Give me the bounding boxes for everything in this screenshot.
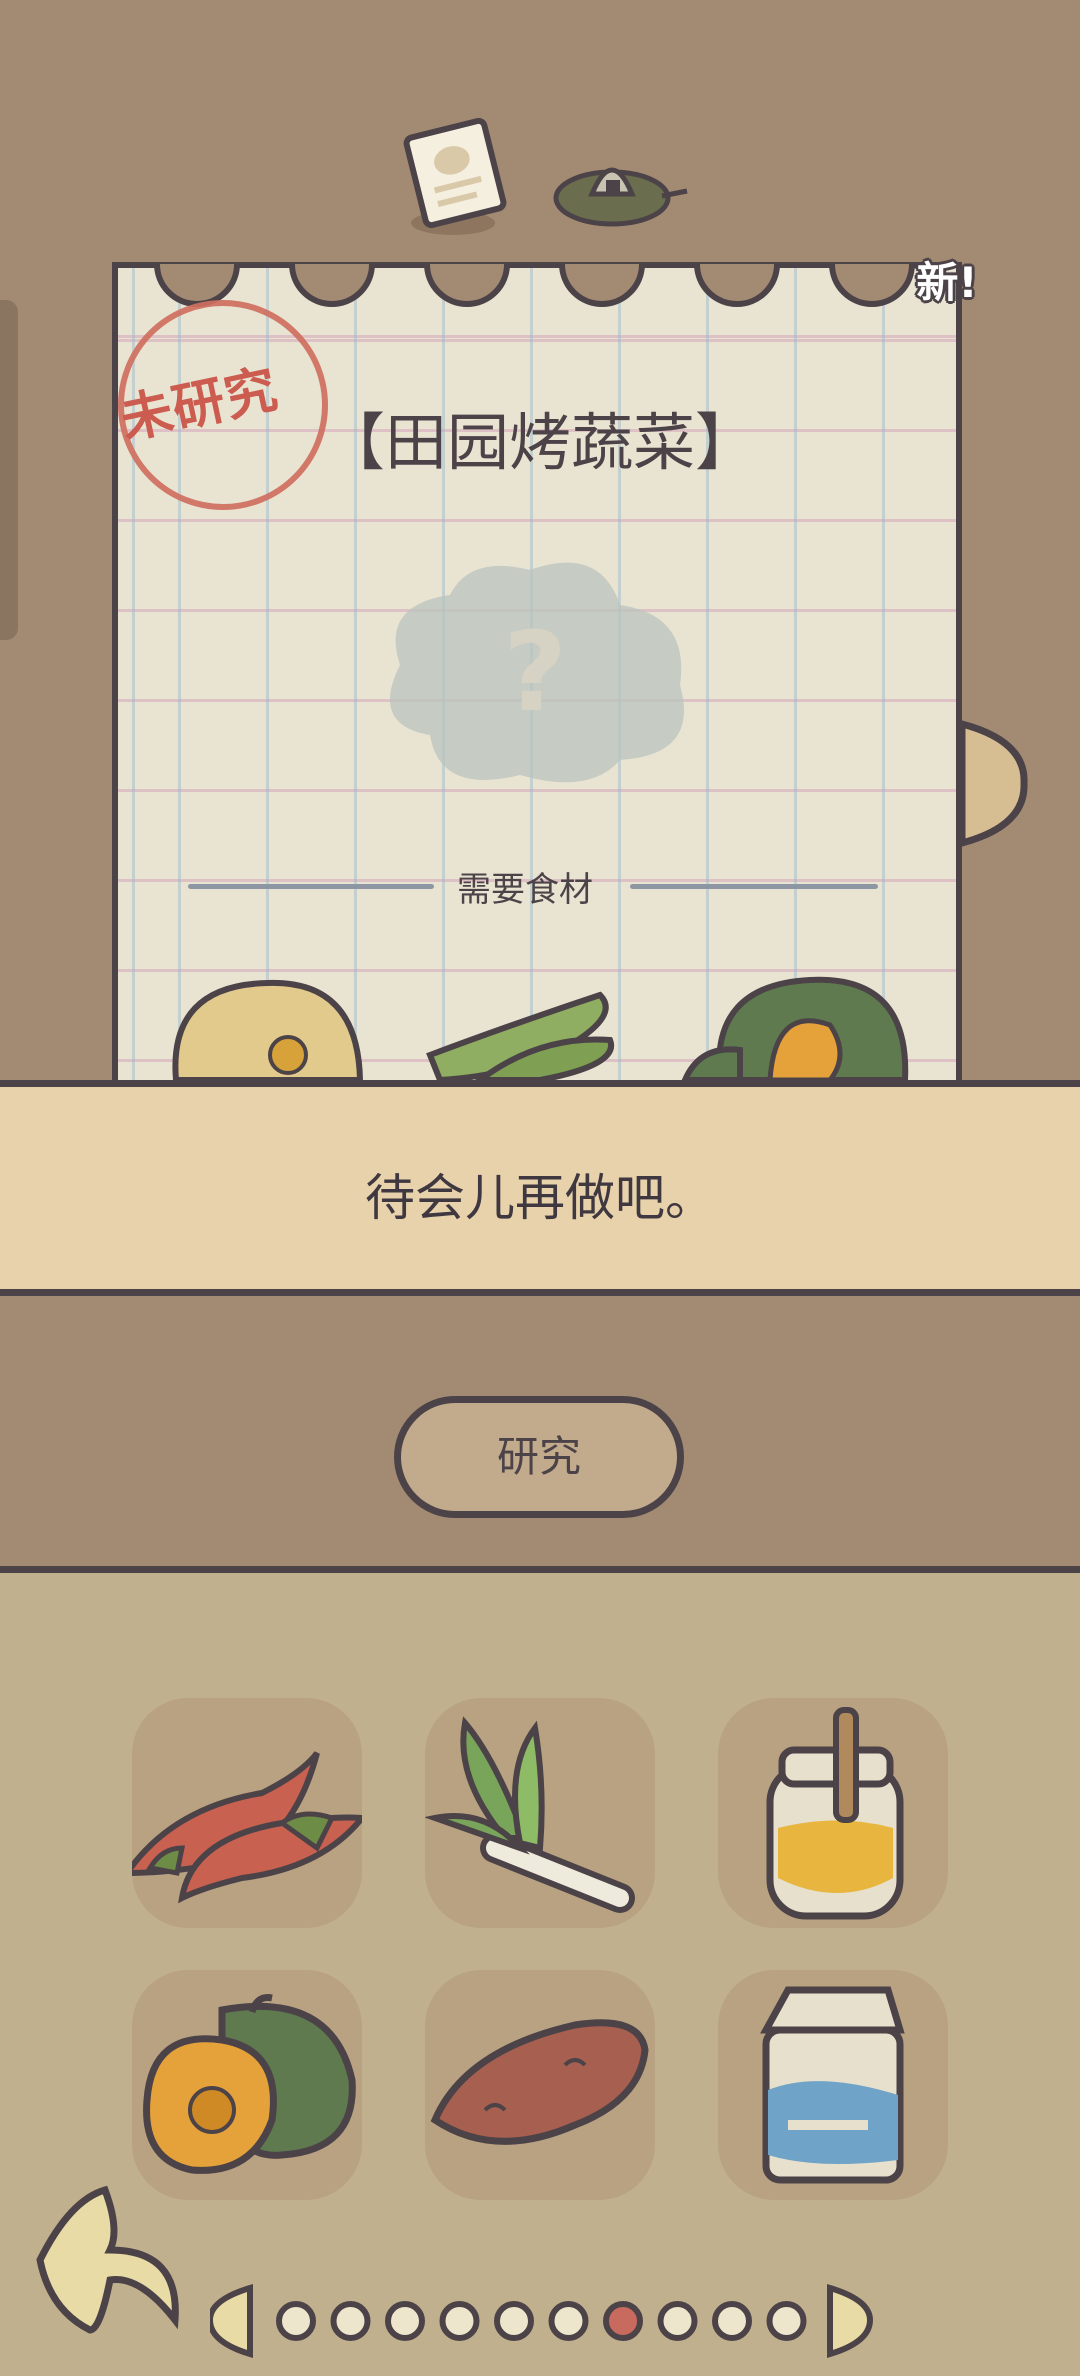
new-badge: 新! [916, 258, 978, 307]
milk-carton-icon [760, 1986, 905, 2184]
page-dot[interactable] [494, 2301, 534, 2341]
honey-jar-icon [766, 1707, 904, 1920]
page-dot[interactable] [385, 2301, 425, 2341]
mystery-mark: ? [503, 608, 567, 736]
sweet-potato-icon [430, 2019, 649, 2145]
page-dot-active[interactable] [603, 2301, 643, 2341]
divider-left [188, 884, 434, 889]
pumpkin-icon [143, 1994, 356, 2174]
page-dot[interactable] [712, 2301, 752, 2341]
cheese-icon [172, 979, 364, 1080]
edamame-icon [426, 991, 615, 1080]
divider-right [630, 884, 878, 889]
pumpkin-partial-icon [681, 976, 909, 1080]
next-recipe-arrow[interactable] [954, 716, 1029, 851]
side-drawer-tab[interactable] [0, 300, 18, 640]
research-button[interactable]: 研究 [394, 1396, 684, 1518]
page-dot[interactable] [766, 2301, 807, 2341]
onigiri-plate-icon[interactable] [552, 136, 692, 231]
page-dot[interactable] [657, 2301, 698, 2341]
recipe-card-icon[interactable] [395, 118, 515, 243]
back-arrow-icon[interactable] [30, 2180, 190, 2335]
recipe-title: 【田园烤蔬菜】 [322, 406, 757, 479]
prev-page-arrow[interactable] [210, 2283, 253, 2359]
inventory-slot[interactable] [718, 1970, 948, 2200]
page-dot[interactable] [439, 2301, 480, 2341]
mystery-dish-icon: ? [390, 562, 684, 783]
page-dot[interactable] [330, 2301, 371, 2341]
inventory-slot[interactable] [423, 1698, 655, 1928]
chili-pepper-icon [121, 1751, 368, 1904]
ingredients-label: 需要食材 [457, 870, 593, 910]
page-dot[interactable] [276, 2301, 316, 2341]
page-indicator [210, 2283, 874, 2359]
inventory-slot[interactable] [718, 1698, 948, 1928]
next-page-arrow[interactable] [827, 2283, 874, 2359]
dialog-text: 待会儿再做吧。 [365, 1169, 715, 1227]
inventory-slot[interactable] [121, 1698, 368, 1928]
green-onion-icon [423, 1716, 635, 1913]
page-dot[interactable] [548, 2301, 589, 2341]
inventory-slot[interactable] [132, 1970, 362, 2200]
inventory-slot[interactable] [425, 1970, 655, 2200]
